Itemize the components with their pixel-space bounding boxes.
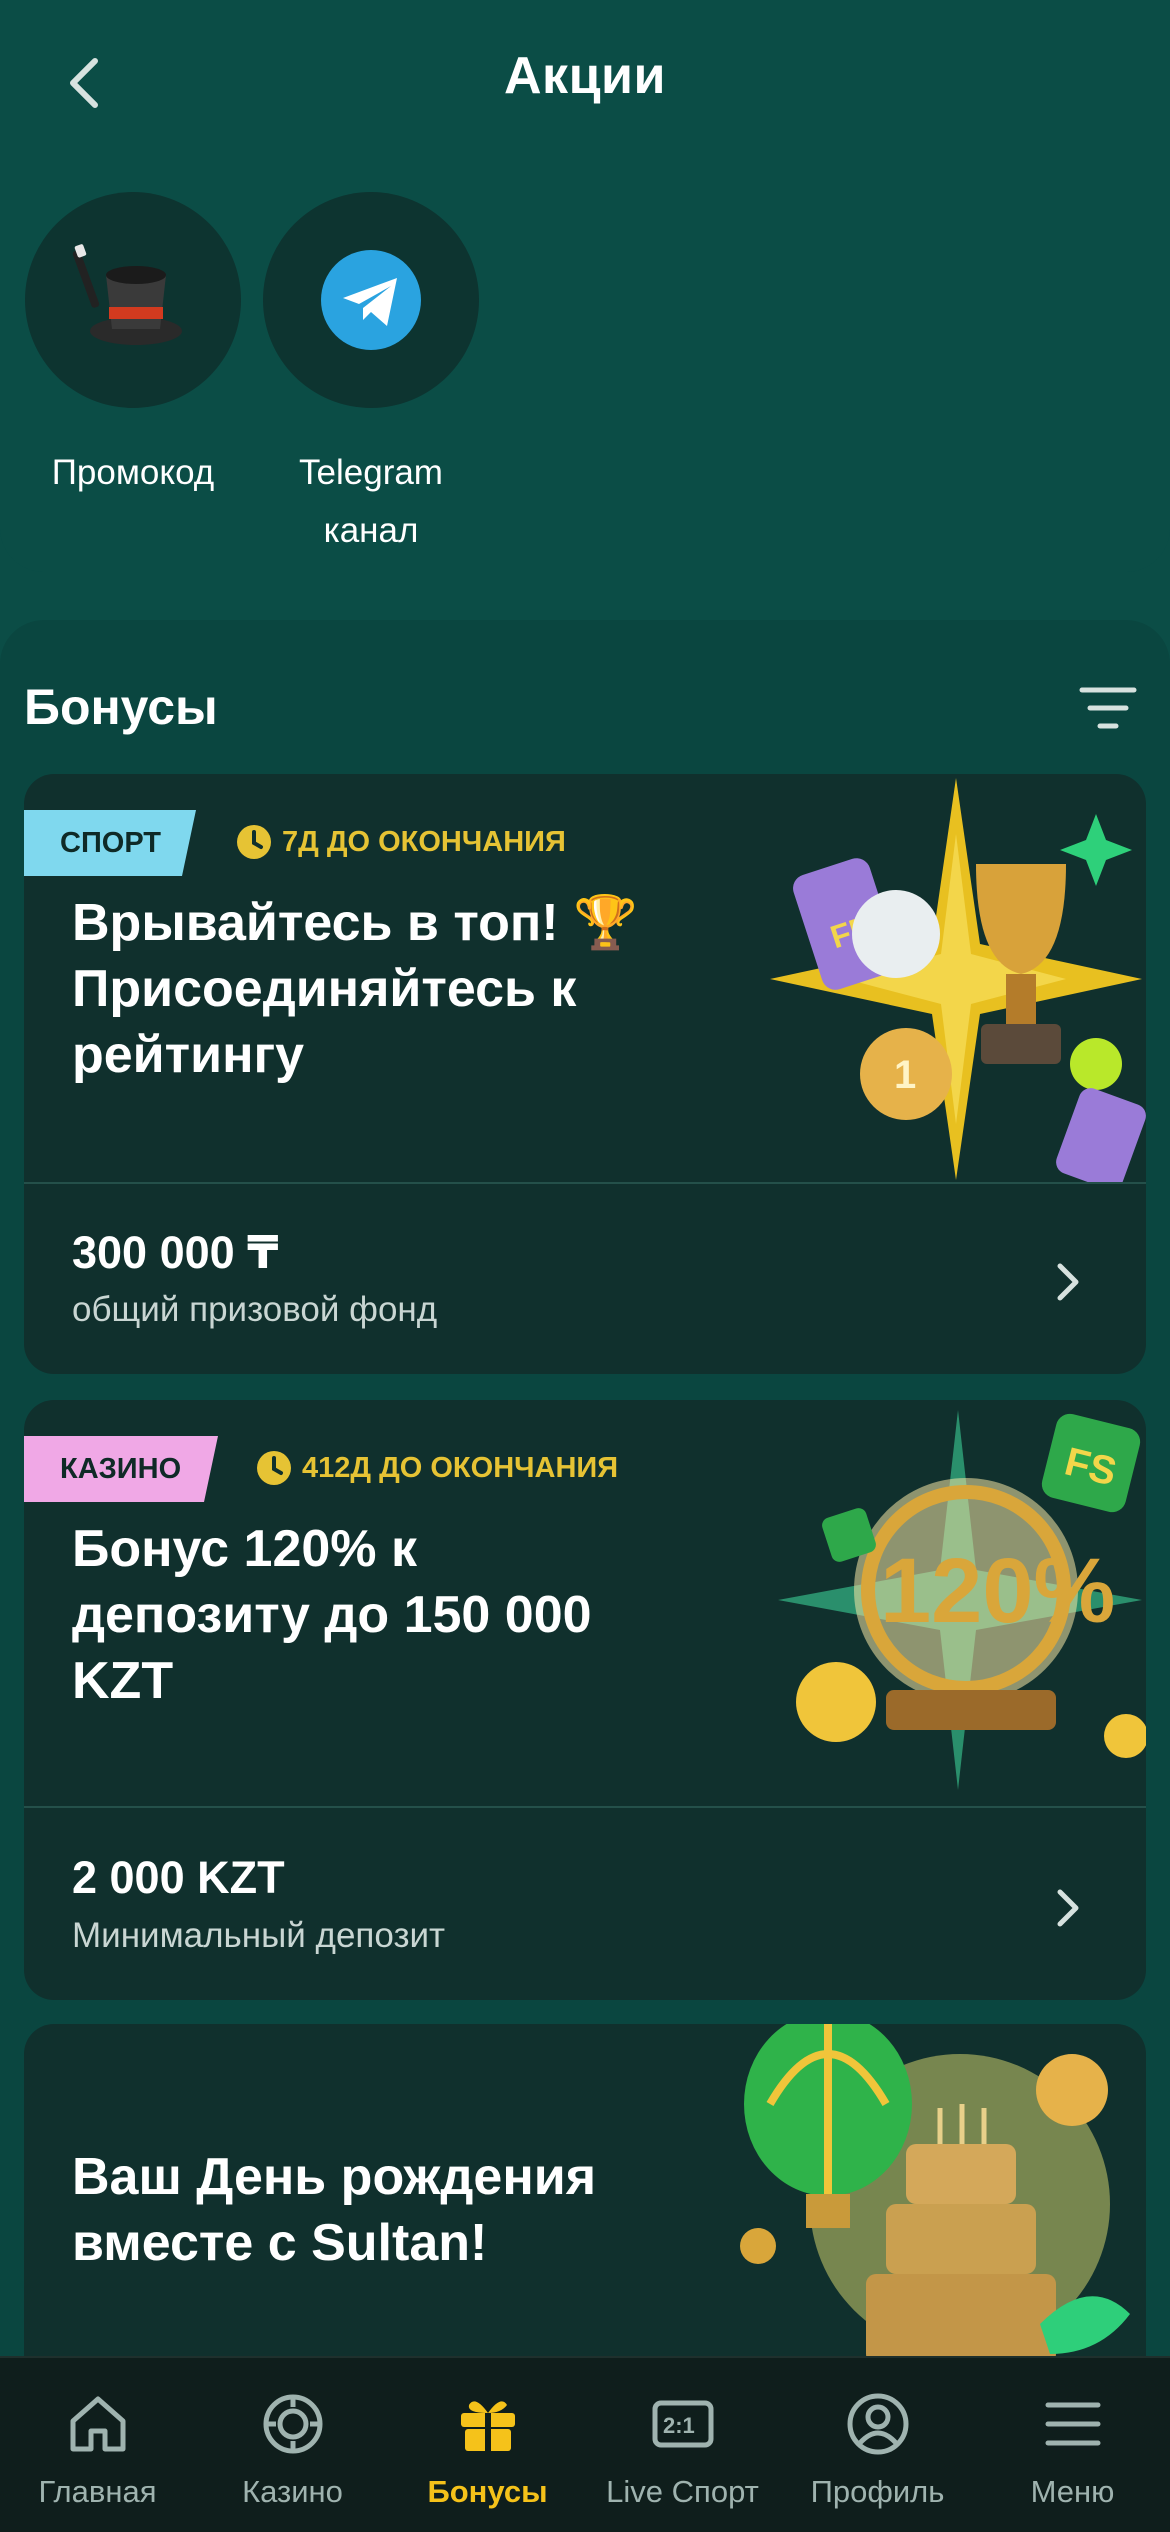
bonus-card-casino[interactable]: КАЗИНО 412Д ДО ОКОНЧАНИЯ Бонус 120% к де… xyxy=(24,1400,1146,2000)
nav-label: Live Спорт xyxy=(606,2474,759,2509)
deadline-text: 412Д ДО ОКОНЧАНИЯ xyxy=(302,1451,619,1484)
clock-icon xyxy=(257,1451,291,1485)
profile-icon xyxy=(847,2393,908,2455)
nav-label: Казино xyxy=(242,2474,343,2509)
telegram-icon xyxy=(321,250,421,350)
tag-sport: СПОРТ xyxy=(24,810,196,876)
nav-label: Главная xyxy=(38,2474,157,2509)
home-icon xyxy=(70,2396,125,2452)
magic-hat-icon xyxy=(72,244,182,345)
nav-home[interactable]: Главная xyxy=(0,2358,195,2532)
live-score-icon: 2:1 xyxy=(652,2400,713,2448)
menu-icon xyxy=(1045,2402,1100,2446)
deadline: 412Д ДО ОКОНЧАНИЯ xyxy=(256,1450,618,1486)
card-title: Ваш День рождения вместе с Sultan! xyxy=(72,2148,597,2272)
trophy-illustration: FB 1 xyxy=(770,778,1146,1184)
nav-casino[interactable]: Казино xyxy=(195,2358,390,2532)
bonus-card-sport[interactable]: СПОРТ 7Д ДО ОКОНЧАНИЯ Врывайтесь в топ! … xyxy=(24,774,1146,1374)
prize-caption: Минимальный депозит xyxy=(72,1916,446,1955)
prize-caption: общий призовой фонд xyxy=(72,1290,438,1329)
prize-value: 2 000 KZT xyxy=(72,1852,285,1903)
svg-text:1: 1 xyxy=(894,1053,916,1097)
casino-chip-icon xyxy=(263,2394,322,2454)
chevron-right-icon xyxy=(1057,1263,1079,1301)
card-title: Бонус 120% к депозиту до 150 000 KZT xyxy=(72,1520,592,1710)
header: Акции Промокод Telegram канал xyxy=(0,0,1170,572)
card-title: Врывайтесь в топ! 🏆 Присоединяйтесь к ре… xyxy=(72,894,638,1084)
prize-value: 300 000 ₸ xyxy=(72,1227,279,1278)
deadline-text: 7Д ДО ОКОНЧАНИЯ xyxy=(282,825,566,858)
filter-icon xyxy=(1079,687,1137,729)
nav-profile[interactable]: Профиль xyxy=(780,2358,975,2532)
live-score-badge: 2:1 xyxy=(663,2413,695,2438)
telegram-label: Telegram канал xyxy=(299,453,443,550)
chevron-right-icon xyxy=(1057,1889,1079,1927)
filter-button[interactable] xyxy=(1076,676,1140,740)
gift-icon xyxy=(460,2401,515,2451)
nav-label: Бонусы xyxy=(427,2474,548,2509)
clock-icon xyxy=(237,825,271,859)
promo-code-label: Промокод xyxy=(51,453,215,492)
telegram-circle[interactable] xyxy=(263,192,479,408)
bonus-card-birthday[interactable]: Ваш День рождения вместе с Sultan! xyxy=(24,2024,1146,2364)
art-percent-text: 120% xyxy=(880,1540,1115,1642)
section-title: Бонусы xyxy=(24,679,218,735)
promo-code-circle[interactable] xyxy=(25,192,241,408)
nav-live-sport[interactable]: 2:1 Live Спорт xyxy=(585,2358,780,2532)
nav-label: Профиль xyxy=(810,2474,945,2509)
nav-bonuses[interactable]: Бонусы xyxy=(390,2358,585,2532)
bottom-nav: Главная Казино Бонусы 2:1 Live Спорт Про… xyxy=(0,2356,1170,2532)
promo-code-shortcut[interactable]: Промокод xyxy=(24,192,242,502)
page-title: Акции xyxy=(504,47,666,105)
telegram-shortcut[interactable]: Telegram канал xyxy=(262,192,480,560)
nav-label: Меню xyxy=(1030,2474,1115,2509)
birthday-illustration xyxy=(740,2024,1130,2364)
tag-casino: КАЗИНО xyxy=(24,1436,218,1502)
casino-120-illustration: 120% FS xyxy=(778,1410,1146,1790)
deadline: 7Д ДО ОКОНЧАНИЯ xyxy=(236,824,566,860)
nav-menu[interactable]: Меню xyxy=(975,2358,1170,2532)
